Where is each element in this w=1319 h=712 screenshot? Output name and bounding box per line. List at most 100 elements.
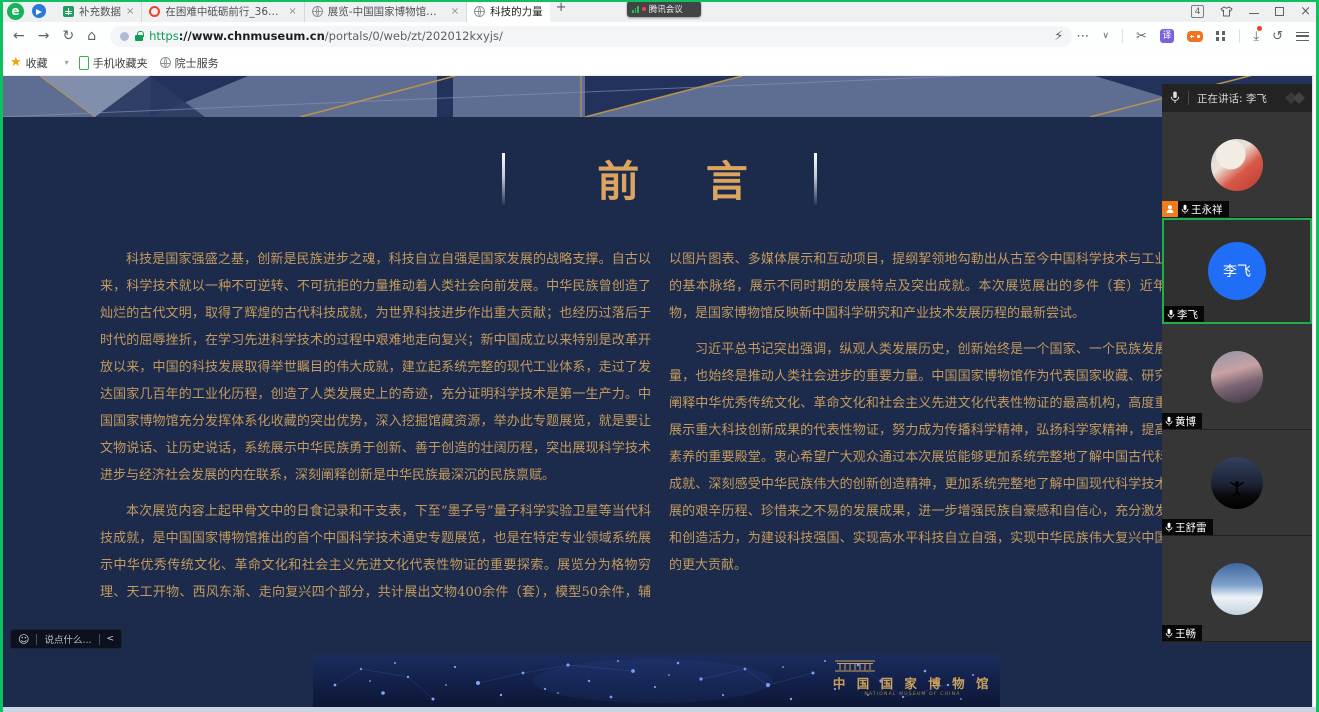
mic-icon	[1181, 204, 1189, 215]
bookmark-mobile-favorites[interactable]: 手机收藏夹	[93, 55, 148, 71]
browser-logo-icon[interactable]: e	[7, 3, 24, 20]
globe-icon	[160, 57, 171, 68]
lightning-icon[interactable]: ⚡	[1054, 29, 1063, 44]
downloads-icon[interactable]: ⤓	[1253, 29, 1259, 44]
header-art-banner	[0, 76, 1319, 117]
tab-supplementary-data[interactable]: 补充数据 ×	[56, 0, 142, 22]
host-badge-icon	[1162, 201, 1178, 217]
new-tab-button[interactable]: +	[556, 0, 567, 22]
museum-brand: 中 国 国 家 博 物 馆 NATIONAL MUSEUM OF CHINA	[833, 659, 992, 697]
reload-button[interactable]: ↻	[62, 28, 74, 44]
mic-icon	[1170, 89, 1180, 108]
tencent-meeting-panel: 正在讲话: 李飞 王永祥 李飞 李飞	[1162, 84, 1312, 643]
paragraph: 习近平总书记突出强调，纵观人类发展历史，创新始终是一个国家、一个民族发展的重要力…	[669, 336, 1220, 579]
signal-icon	[632, 5, 639, 13]
participant-tile[interactable]: 王永祥	[1162, 112, 1312, 218]
participant-tile-active-speaker[interactable]: 李飞 李飞	[1162, 218, 1312, 324]
window-bottom-strip	[0, 707, 1319, 712]
title-deco-bar-right	[814, 153, 817, 205]
minimize-button[interactable]	[1249, 13, 1259, 15]
avatar	[1211, 351, 1263, 403]
divider	[99, 634, 100, 645]
participant-name: 王舒雷	[1175, 520, 1207, 535]
participant-tile[interactable]: 黄博	[1162, 324, 1312, 430]
extension-icon[interactable]	[32, 4, 46, 18]
chat-input-placeholder[interactable]: 说点什么...	[44, 632, 91, 646]
tab-360-search[interactable]: 在困难中砥砺前行_360搜索 ×	[142, 0, 304, 22]
caret-down-icon[interactable]: ▾	[65, 58, 69, 67]
footer-banner: 中 国 国 家 博 物 馆 NATIONAL MUSEUM OF CHINA	[313, 655, 1000, 707]
tab-close-icon[interactable]: ×	[126, 6, 134, 17]
tab-power-of-science-active[interactable]: 科技的力量	[467, 0, 550, 22]
favorites-star-icon[interactable]: ★	[10, 55, 22, 70]
recording-dot-icon	[642, 7, 646, 11]
translate-icon[interactable]: 译	[1160, 29, 1174, 43]
360-search-icon	[149, 6, 160, 17]
page-scrollbar[interactable]	[1312, 76, 1319, 707]
games-icon[interactable]	[1187, 31, 1203, 42]
collapse-chat-button[interactable]: <	[107, 634, 115, 644]
mic-icon	[1165, 416, 1173, 427]
emoji-icon[interactable]: ☺	[18, 633, 29, 646]
participant-tile[interactable]: 王畅	[1162, 536, 1312, 642]
back-button[interactable]: ←	[13, 28, 25, 44]
mic-icon	[1165, 522, 1173, 533]
globe-icon	[312, 6, 323, 17]
notification-dot	[1257, 26, 1262, 31]
participant-name: 王永祥	[1191, 202, 1223, 217]
museum-name-en: NATIONAL MUSEUM OF CHINA	[833, 692, 992, 697]
museum-name-cn: 中 国 国 家 博 物 馆	[833, 673, 992, 692]
chevron-down-icon[interactable]: ∨	[1102, 31, 1109, 41]
page-title: 前 言	[571, 148, 774, 209]
forward-button[interactable]: →	[38, 28, 50, 44]
address-bar[interactable]: https://www.chnmuseum.cn/portals/0/web/z…	[110, 26, 1072, 47]
bookmarks-bar: ★ 收藏 ▾ 手机收藏夹 院士服务	[0, 50, 1319, 76]
close-window-button[interactable]: ×	[1300, 4, 1311, 19]
tab-count-badge[interactable]: 4	[1191, 5, 1204, 18]
tab-close-icon[interactable]: ×	[288, 6, 296, 17]
avatar	[1211, 563, 1263, 615]
speaking-now-label: 正在讲话: 李飞	[1197, 91, 1267, 106]
menu-icon[interactable]	[1296, 32, 1309, 41]
screenshot-scissors-icon[interactable]: ✂	[1136, 29, 1147, 44]
participant-tile[interactable]: 王舒雷	[1162, 430, 1312, 536]
spreadsheet-icon	[63, 6, 74, 17]
restore-button[interactable]	[1275, 7, 1284, 16]
bookmark-academician[interactable]: 院士服务	[175, 55, 219, 71]
title-deco-bar-left	[502, 153, 505, 205]
museum-building-icon	[833, 659, 877, 672]
divider	[1239, 29, 1240, 43]
apps-grid-icon[interactable]	[1216, 31, 1220, 35]
divider	[36, 634, 37, 645]
undo-icon[interactable]: ↺	[1272, 29, 1283, 44]
avatar: 李飞	[1208, 242, 1266, 300]
more-icon[interactable]: ⋯	[1076, 29, 1089, 44]
ssl-lock-icon[interactable]	[135, 31, 143, 41]
tencent-meeting-logo-icon	[1283, 90, 1309, 110]
avatar	[1211, 457, 1263, 509]
page-content: 前 言 科技是国家强盛之基，创新是民族进步之魂，科技自立自强是国家发展的战略支撑…	[0, 76, 1319, 712]
home-button[interactable]: ⌂	[87, 28, 96, 44]
tab-close-icon[interactable]: ×	[451, 6, 459, 17]
preface-article: 科技是国家强盛之基，创新是民族进步之魂，科技自立自强是国家发展的战略支撑。自古以…	[100, 246, 1220, 610]
tencent-meeting-minibar[interactable]: 腾讯会议	[627, 1, 701, 17]
meeting-chat-pill[interactable]: ☺ 说点什么... <	[10, 629, 122, 649]
url-text[interactable]: https://www.chnmuseum.cn/portals/0/web/z…	[149, 29, 503, 43]
tab-museum-site[interactable]: 展览-中国国家博物馆官方网站 ×	[305, 0, 467, 22]
globe-icon	[474, 6, 485, 17]
divider	[1188, 91, 1189, 105]
mic-icon	[1165, 628, 1173, 639]
participant-name: 李飞	[1177, 307, 1198, 322]
site-permission-icon[interactable]	[120, 32, 129, 41]
participant-name: 王畅	[1175, 626, 1196, 641]
phone-icon	[79, 56, 89, 70]
screen: e 补充数据 × 在困难中砥砺前行_360搜索 × 展览-中国国家博物馆官方网站…	[0, 0, 1319, 712]
favorites-label[interactable]: 收藏	[26, 55, 48, 71]
divider	[1122, 29, 1123, 43]
meeting-panel-header[interactable]: 正在讲话: 李飞	[1162, 84, 1312, 112]
theme-skin-icon[interactable]	[1220, 6, 1233, 17]
mic-icon	[1167, 309, 1175, 320]
paragraph: 科技是国家强盛之基，创新是民族进步之魂，科技自立自强是国家发展的战略支撑。自古以…	[100, 246, 651, 489]
avatar	[1211, 139, 1263, 191]
participant-name: 黄博	[1175, 414, 1196, 429]
